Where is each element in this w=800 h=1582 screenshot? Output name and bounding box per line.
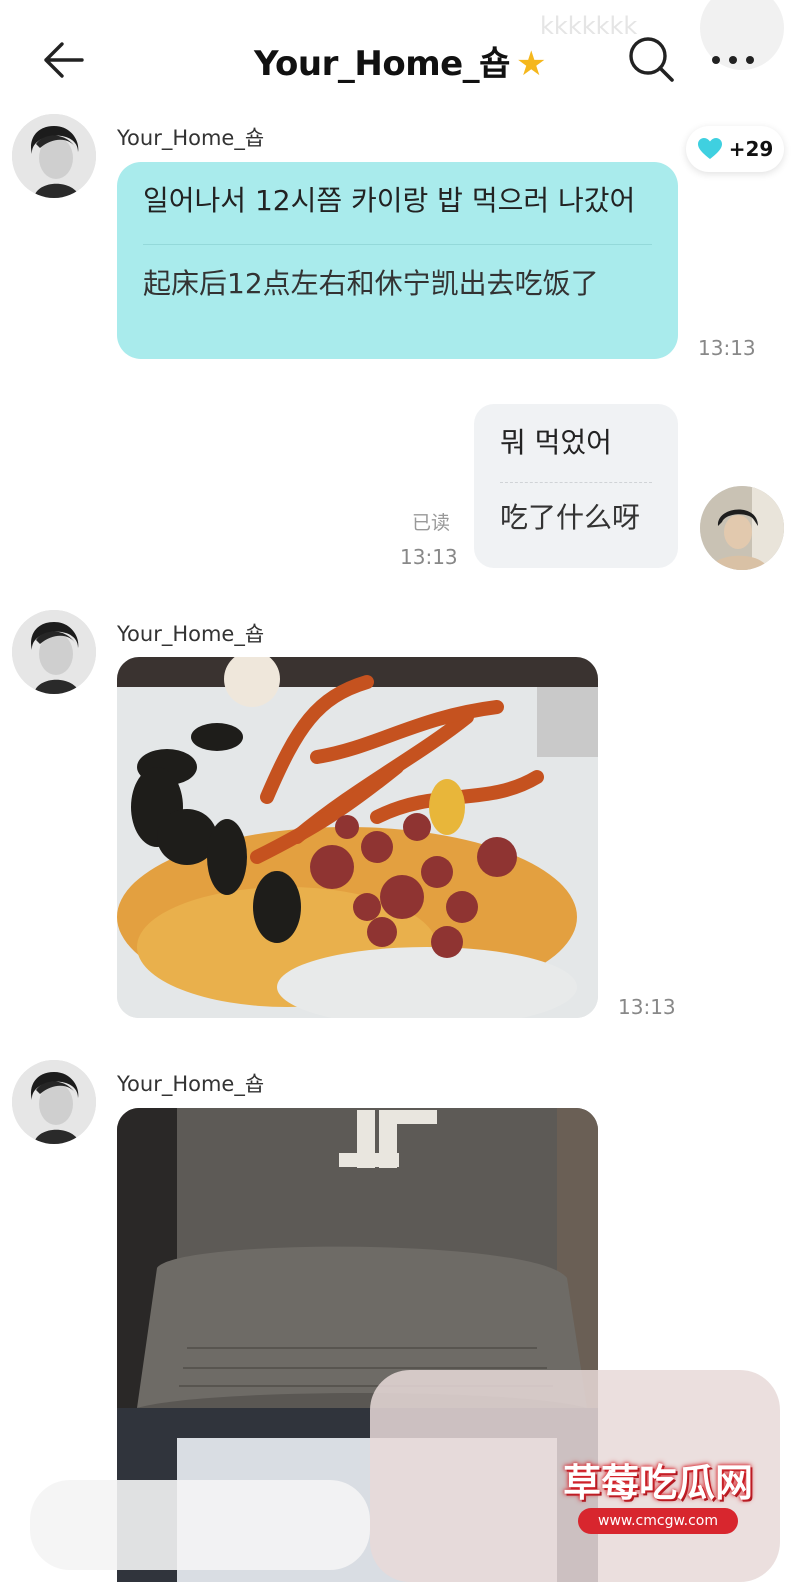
- my-avatar[interactable]: [700, 486, 784, 570]
- sender-avatar[interactable]: [12, 610, 96, 694]
- message-time: 13:13: [400, 545, 458, 569]
- search-icon[interactable]: [624, 32, 678, 86]
- chat-title-text: Your_Home_숍: [254, 44, 510, 84]
- more-options-icon[interactable]: [706, 40, 760, 80]
- star-icon: ★: [515, 44, 546, 84]
- message-text-korean: 뭐 먹었어: [500, 426, 612, 459]
- translation-divider: [143, 244, 652, 245]
- message-text-korean: 일어나서 12시쯤 카이랑 밥 먹으러 나갔어: [143, 184, 636, 217]
- watermark-title: 草莓吃瓜网: [562, 1461, 753, 1505]
- sender-name: Your_Home_숍: [117, 126, 265, 150]
- sender-name: Your_Home_숍: [117, 622, 265, 646]
- message-bubble-outgoing[interactable]: 뭐 먹었어 吃了什么呀: [474, 404, 678, 568]
- like-count: +29: [728, 137, 774, 161]
- chat-title: Your_Home_숍 ★: [0, 36, 800, 85]
- translation-divider: [500, 482, 652, 483]
- heart-icon: [697, 138, 722, 159]
- message-text-translation: 吃了什么呀: [500, 501, 641, 534]
- blur-overlay: [30, 1480, 370, 1570]
- sender-name: Your_Home_숍: [117, 1072, 265, 1096]
- chat-header: kkkkkkk Your_Home_숍 ★: [0, 0, 800, 115]
- sender-avatar[interactable]: [12, 114, 96, 198]
- read-status: 已读: [412, 512, 451, 534]
- message-time: 13:13: [618, 995, 676, 1019]
- watermark-logo: 草莓吃瓜网 www.cmcgw.com: [548, 1452, 768, 1548]
- message-text-translation: 起床后12点左右和休宁凯出去吃饭了: [143, 267, 599, 300]
- watermark-url: www.cmcgw.com: [578, 1508, 738, 1534]
- seafood-boil-photo[interactable]: [117, 657, 598, 1018]
- message-time: 13:13: [698, 336, 756, 360]
- sender-avatar[interactable]: [12, 1060, 96, 1144]
- like-badge[interactable]: +29: [686, 126, 784, 172]
- message-bubble-incoming[interactable]: 일어나서 12시쯤 카이랑 밥 먹으러 나갔어 起床后12点左右和休宁凯出去吃饭…: [117, 162, 678, 359]
